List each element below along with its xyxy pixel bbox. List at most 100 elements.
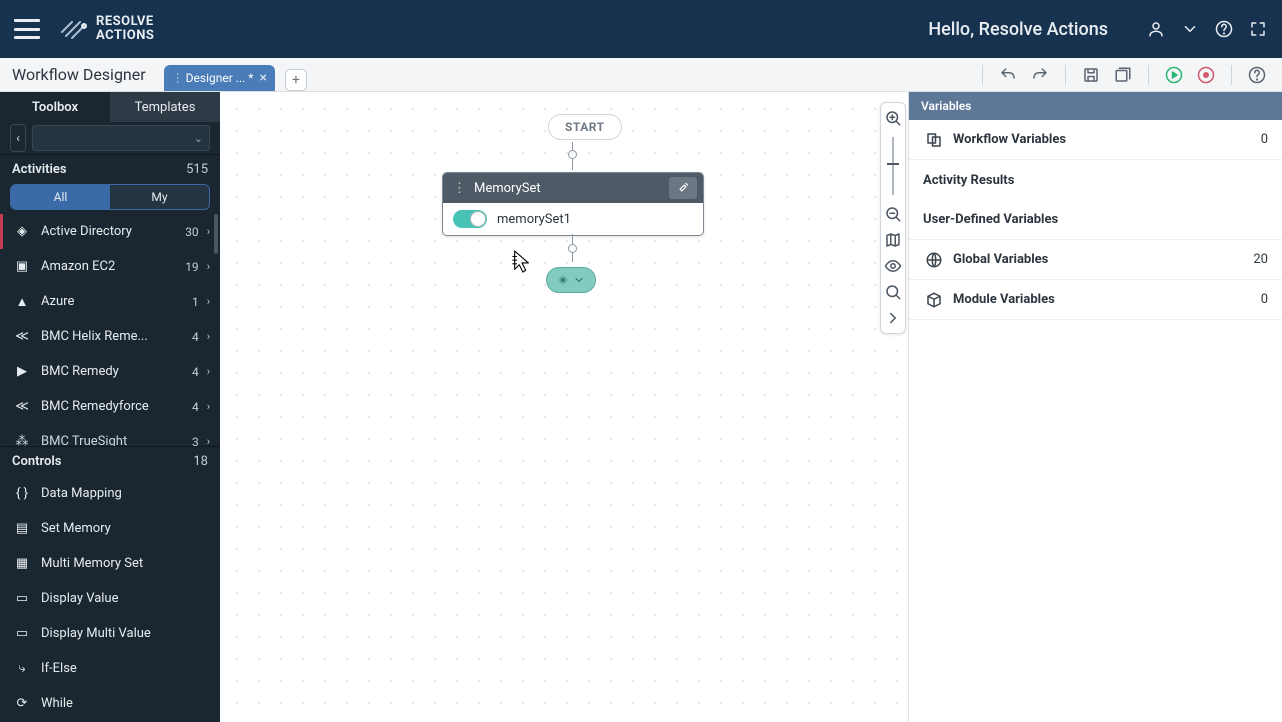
fullscreen-icon[interactable] — [1248, 19, 1268, 39]
node-body: memorySet1 — [443, 203, 703, 235]
save-all-button[interactable] — [1112, 64, 1134, 86]
cursor-icon — [511, 249, 533, 275]
zoom-in-icon[interactable] — [884, 109, 902, 127]
activity-row[interactable]: ≪BMC Remedyforce4› — [0, 389, 220, 424]
zoom-out-icon[interactable] — [884, 205, 902, 223]
chevron-right-icon: › — [207, 225, 210, 238]
chevron-right-icon: › — [207, 435, 210, 446]
grip-icon: ⋮ — [453, 181, 466, 196]
secondary-bar: Workflow Designer ⋮ Designer ... * × + — [0, 58, 1282, 92]
control-row[interactable]: ▤Set Memory — [0, 511, 220, 546]
page-title: Workflow Designer — [0, 65, 158, 84]
activity-results-row[interactable]: Activity Results — [909, 160, 1282, 200]
global-variables-row[interactable]: Global Variables 20 — [909, 240, 1282, 280]
node-toggle[interactable] — [453, 210, 487, 228]
close-icon[interactable]: × — [259, 70, 266, 86]
wrench-icon[interactable] — [669, 177, 697, 199]
loop-icon: ⟳ — [11, 696, 33, 711]
chevron-right-icon: › — [207, 400, 210, 413]
memoryset-node[interactable]: ⋮ MemorySet memorySet1 — [442, 172, 704, 236]
chevron-down-icon[interactable] — [1180, 19, 1200, 39]
control-row[interactable]: { }Data Mapping — [0, 476, 220, 511]
save-button[interactable] — [1080, 64, 1102, 86]
canvas-tools — [880, 102, 906, 334]
top-bar: RESOLVE ACTIONS Hello, Resolve Actions — [0, 0, 1282, 58]
document-tabs: ⋮ Designer ... * × + — [158, 58, 307, 91]
activities-count: 515 — [186, 162, 208, 177]
nodes-icon: ⁂ — [11, 434, 33, 446]
chevron-down-icon — [573, 274, 585, 286]
help-button[interactable] — [1246, 64, 1268, 86]
tab-label: Designer ... * — [186, 71, 254, 85]
filter-all[interactable]: All — [11, 185, 110, 209]
category-select[interactable]: ⌄ — [32, 125, 210, 151]
sidebar-tab-templates[interactable]: Templates — [110, 92, 220, 122]
grip-icon: ⋮ — [172, 71, 180, 85]
share-icon: ≪ — [11, 329, 33, 344]
activities-label: Activities — [12, 162, 67, 177]
end-node[interactable] — [546, 267, 596, 293]
run-button[interactable] — [1163, 64, 1185, 86]
activities-list: ◈Active Directory30› ▣Amazon EC219› ▲Azu… — [0, 214, 220, 446]
activity-row[interactable]: ▶BMC Remedy4› — [0, 354, 220, 389]
logo-mark-icon — [58, 14, 88, 44]
control-row[interactable]: ⤷If-Else — [0, 651, 220, 686]
user-defined-variables-row[interactable]: User-Defined Variables — [909, 200, 1282, 240]
filter-my[interactable]: My — [110, 185, 209, 209]
activities-header[interactable]: Activities 515 — [0, 154, 220, 184]
workflow-icon — [923, 131, 945, 149]
chevron-right-icon: › — [207, 365, 210, 378]
search-icon[interactable] — [884, 283, 902, 301]
azure-icon: ▲ — [11, 294, 33, 310]
record-button[interactable] — [1195, 64, 1217, 86]
active-directory-icon: ◈ — [11, 224, 33, 239]
variables-heading: Variables — [909, 92, 1282, 120]
greeting-text: Hello, Resolve Actions — [928, 19, 1108, 40]
activity-row[interactable]: ⁂BMC TrueSight3› — [0, 424, 220, 446]
memory-icon: ▤ — [11, 521, 33, 536]
map-icon[interactable] — [884, 231, 902, 249]
undo-button[interactable] — [997, 64, 1019, 86]
play-icon: ▶ — [11, 364, 33, 379]
module-variables-row[interactable]: Module Variables 0 — [909, 280, 1282, 320]
brand-logo[interactable]: RESOLVE ACTIONS — [58, 14, 154, 44]
control-row[interactable]: ▭Display Multi Value — [0, 616, 220, 651]
start-node[interactable]: START — [548, 114, 622, 140]
activity-row[interactable]: ◈Active Directory30› — [0, 214, 220, 249]
collapse-sidebar-icon[interactable]: ‹ — [10, 124, 26, 152]
variables-panel: Variables Workflow Variables 0 Activity … — [908, 92, 1282, 722]
chevron-right-icon: › — [207, 295, 210, 308]
brand-text-top: RESOLVE — [96, 15, 154, 29]
activity-row[interactable]: ▣Amazon EC219› — [0, 249, 220, 284]
port[interactable] — [568, 244, 577, 253]
zoom-slider[interactable] — [892, 137, 894, 195]
redo-button[interactable] — [1029, 64, 1051, 86]
display-multi-icon: ▭ — [11, 626, 33, 641]
braces-icon: { } — [11, 486, 33, 501]
chevron-right-icon[interactable] — [884, 309, 902, 327]
user-icon[interactable] — [1146, 19, 1166, 39]
node-header[interactable]: ⋮ MemorySet — [443, 173, 703, 203]
cube-icon: ▣ — [11, 259, 33, 274]
eye-icon[interactable] — [884, 257, 902, 275]
workflow-canvas[interactable]: START ⋮ MemorySet memorySet1 — [220, 92, 908, 722]
control-row[interactable]: ⟳While — [0, 686, 220, 721]
controls-header[interactable]: Controls 18 — [0, 446, 220, 476]
tab-designer[interactable]: ⋮ Designer ... * × — [164, 65, 275, 91]
port[interactable] — [568, 150, 577, 159]
controls-label: Controls — [12, 454, 61, 469]
activity-row[interactable]: ≪BMC Helix Reme...4› — [0, 319, 220, 354]
node-value: memorySet1 — [497, 212, 571, 227]
workflow-variables-row[interactable]: Workflow Variables 0 — [909, 120, 1282, 160]
add-tab-button[interactable]: + — [285, 69, 307, 91]
branch-icon: ⤷ — [11, 661, 33, 676]
box-icon — [923, 291, 945, 309]
sidebar-tab-toolbox[interactable]: Toolbox — [0, 92, 110, 122]
menu-icon[interactable] — [14, 19, 40, 39]
control-row[interactable]: ▭Display Value — [0, 581, 220, 616]
activity-row[interactable]: ▲Azure1› — [0, 284, 220, 319]
control-row[interactable]: ▦Multi Memory Set — [0, 546, 220, 581]
share-icon: ≪ — [11, 399, 33, 414]
chevron-right-icon: › — [207, 330, 210, 343]
help-icon[interactable] — [1214, 19, 1234, 39]
